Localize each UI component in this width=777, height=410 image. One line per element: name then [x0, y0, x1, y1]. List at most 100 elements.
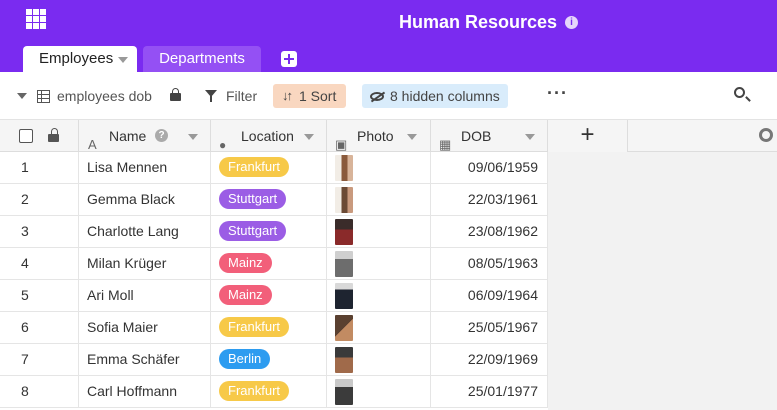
location-cell[interactable]: Mainz	[211, 280, 327, 312]
name-cell[interactable]: Lisa Mennen	[79, 152, 211, 184]
table-row[interactable]: 3 Charlotte Lang Stuttgart 23/08/1962	[0, 216, 548, 248]
title-group: Human Resources i	[399, 11, 579, 33]
view-dropdown-caret-icon[interactable]	[17, 93, 27, 99]
dob-cell[interactable]: 09/06/1959	[431, 152, 548, 184]
apps-grid-icon[interactable]	[26, 9, 46, 29]
name-cell[interactable]: Milan Krüger	[79, 248, 211, 280]
table-row[interactable]: 8 Carl Hoffmann Frankfurt 25/01/1977	[0, 376, 548, 408]
add-column-button[interactable]: +	[548, 120, 628, 152]
portrait-photo-icon[interactable]	[335, 315, 353, 341]
search-icon[interactable]	[734, 87, 745, 98]
location-cell[interactable]: Berlin	[211, 344, 327, 376]
dob-cell[interactable]: 22/03/1961	[431, 184, 548, 216]
more-options-icon[interactable]: ···	[547, 81, 568, 105]
table-row[interactable]: 6 Sofia Maier Frankfurt 25/05/1967	[0, 312, 548, 344]
table-row[interactable]: 5 Ari Moll Mainz 06/09/1964	[0, 280, 548, 312]
portrait-photo-icon[interactable]	[335, 187, 353, 213]
location-cell[interactable]: Frankfurt	[211, 376, 327, 408]
location-cell[interactable]: Stuttgart	[211, 184, 327, 216]
location-badge: Frankfurt	[219, 157, 290, 178]
name-cell[interactable]: Gemma Black	[79, 184, 211, 216]
portrait-photo-icon[interactable]	[335, 155, 353, 181]
portrait-photo-icon[interactable]	[335, 219, 353, 245]
name-cell[interactable]: Ari Moll	[79, 280, 211, 312]
column-location-label: Location	[241, 128, 294, 144]
add-table-icon[interactable]	[281, 51, 297, 67]
tab-departments[interactable]: Departments	[143, 46, 261, 72]
name-cell[interactable]: Charlotte Lang	[79, 216, 211, 248]
select-all-checkbox[interactable]	[19, 129, 33, 143]
location-badge: Stuttgart	[219, 189, 287, 210]
name-cell[interactable]: Sofia Maier	[79, 312, 211, 344]
filter-button[interactable]: Filter	[205, 84, 257, 108]
photo-cell[interactable]	[327, 184, 431, 216]
sort-label: 1 Sort	[299, 88, 337, 104]
dob-cell[interactable]: 25/01/1977	[431, 376, 548, 408]
name-cell[interactable]: Carl Hoffmann	[79, 376, 211, 408]
info-icon[interactable]: i	[565, 15, 579, 29]
location-badge: Stuttgart	[219, 221, 287, 242]
dob-cell[interactable]: 25/05/1967	[431, 312, 548, 344]
hidden-columns-button[interactable]: 8 hidden columns	[362, 84, 508, 108]
location-cell[interactable]: Mainz	[211, 248, 327, 280]
row-number: 5	[0, 280, 79, 312]
location-cell[interactable]: Frankfurt	[211, 152, 327, 184]
chevron-down-icon[interactable]	[407, 134, 417, 140]
dob-cell[interactable]: 06/09/1964	[431, 280, 548, 312]
column-header-dob[interactable]: ▦ DOB	[431, 120, 548, 152]
row-number: 2	[0, 184, 79, 216]
photo-cell[interactable]	[327, 376, 431, 408]
photo-cell[interactable]	[327, 248, 431, 280]
filter-icon	[205, 90, 219, 102]
tab-employees[interactable]: Employees	[23, 46, 137, 72]
unlock-icon[interactable]	[48, 128, 59, 142]
gear-icon[interactable]	[759, 128, 773, 142]
portrait-photo-icon[interactable]	[335, 251, 353, 277]
location-cell[interactable]: Frankfurt	[211, 312, 327, 344]
table-row[interactable]: 7 Emma Schäfer Berlin 22/09/1969	[0, 344, 548, 376]
tab-departments-label: Departments	[159, 50, 245, 67]
table-row[interactable]: 1 Lisa Mennen Frankfurt 09/06/1959	[0, 152, 548, 184]
photo-cell[interactable]	[327, 216, 431, 248]
column-header-photo[interactable]: ▣ Photo	[327, 120, 431, 152]
chevron-down-icon[interactable]	[188, 134, 198, 140]
help-icon[interactable]: ?	[155, 129, 168, 142]
location-badge: Mainz	[219, 253, 272, 274]
lock-icon[interactable]	[170, 88, 181, 101]
column-header-name[interactable]: A Name ?	[79, 120, 211, 152]
sort-icon: ↓↑	[282, 88, 293, 103]
portrait-photo-icon[interactable]	[335, 379, 353, 405]
chevron-down-icon[interactable]	[304, 134, 314, 140]
chevron-down-icon[interactable]	[118, 57, 128, 63]
select-all-header	[0, 120, 79, 152]
grid-empty-area	[548, 152, 777, 410]
dob-cell[interactable]: 08/05/1963	[431, 248, 548, 280]
row-number: 1	[0, 152, 79, 184]
location-cell[interactable]: Stuttgart	[211, 216, 327, 248]
app-header: Human Resources i Employees Departments	[0, 0, 777, 72]
name-cell[interactable]: Emma Schäfer	[79, 344, 211, 376]
row-number: 8	[0, 376, 79, 408]
row-number: 3	[0, 216, 79, 248]
portrait-photo-icon[interactable]	[335, 347, 353, 373]
view-selector[interactable]: employees dob	[37, 84, 152, 108]
table-row[interactable]: 2 Gemma Black Stuttgart 22/03/1961	[0, 184, 548, 216]
chevron-down-icon[interactable]	[525, 134, 535, 140]
portrait-photo-icon[interactable]	[335, 283, 353, 309]
photo-cell[interactable]	[327, 312, 431, 344]
photo-cell[interactable]	[327, 152, 431, 184]
sort-button[interactable]: ↓↑ 1 Sort	[273, 84, 346, 108]
table-view-icon	[37, 89, 50, 103]
grid-body: 1 Lisa Mennen Frankfurt 09/06/1959 2 Gemma Bl…	[0, 152, 548, 408]
view-toolbar: employees dob Filter ↓↑ 1 Sort 8 hidden …	[0, 72, 777, 120]
column-header-location[interactable]: ● Location	[211, 120, 327, 152]
dob-cell[interactable]: 23/08/1962	[431, 216, 548, 248]
photo-cell[interactable]	[327, 280, 431, 312]
tab-employees-label: Employees	[39, 50, 114, 67]
photo-cell[interactable]	[327, 344, 431, 376]
dob-cell[interactable]: 22/09/1969	[431, 344, 548, 376]
column-dob-label: DOB	[461, 128, 492, 144]
location-badge: Frankfurt	[219, 317, 290, 338]
base-title[interactable]: Human Resources	[399, 11, 557, 33]
table-row[interactable]: 4 Milan Krüger Mainz 08/05/1963	[0, 248, 548, 280]
